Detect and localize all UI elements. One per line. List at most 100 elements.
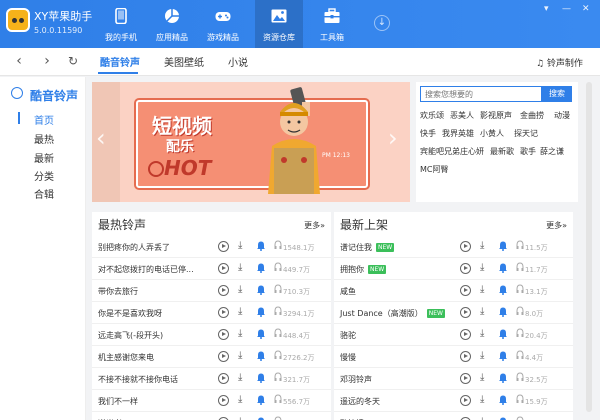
banner-next-arrow[interactable]: › <box>388 126 398 150</box>
search-tag[interactable]: 庄心妍 <box>460 146 484 157</box>
download-icon[interactable]: ⤓ <box>480 415 484 420</box>
search-tag[interactable]: 影视原声 <box>480 110 512 121</box>
ringtone-row[interactable]: 酌情境⤓15.6万 <box>334 412 573 420</box>
set-ringtone-bell-icon[interactable] <box>256 350 266 361</box>
ringtone-row[interactable]: 遥远的冬天 ⤓ 15.9万 <box>334 390 573 412</box>
set-ringtone-bell-icon[interactable] <box>256 306 266 317</box>
set-ringtone-bell-icon[interactable] <box>256 240 266 251</box>
search-tag[interactable]: 最新歌 <box>490 146 514 157</box>
download-icon[interactable]: ⤓ <box>480 261 484 275</box>
play-icon[interactable] <box>460 373 471 384</box>
promo-banner[interactable]: ‹ 短视频 配乐 HOT PM 12:13 › <box>92 82 410 202</box>
vertical-scrollbar[interactable] <box>586 82 592 412</box>
search-tag[interactable]: 小黄人 <box>480 128 504 139</box>
play-icon[interactable] <box>460 329 471 340</box>
play-icon[interactable] <box>218 263 229 274</box>
download-icon[interactable]: ⤓ <box>238 393 242 407</box>
download-icon[interactable]: ⤓ <box>238 349 242 363</box>
set-ringtone-bell-icon[interactable] <box>498 262 508 273</box>
tab-novels[interactable]: 小说 <box>228 54 248 69</box>
download-icon[interactable]: ⤓ <box>480 327 484 341</box>
ringtone-row[interactable]: 咸鱼 ⤓ 13.1万 <box>334 280 573 302</box>
download-icon[interactable]: ⤓ <box>480 283 484 297</box>
set-ringtone-bell-icon[interactable] <box>256 394 266 405</box>
set-ringtone-bell-icon[interactable] <box>498 328 508 339</box>
search-tag[interactable]: 歌手 <box>520 146 536 157</box>
search-tag[interactable]: 欢乐颂 <box>420 110 444 121</box>
search-input[interactable] <box>420 86 542 102</box>
ringtone-row[interactable]: 骆驼 ⤓ 20.4万 <box>334 324 573 346</box>
play-icon[interactable] <box>218 241 229 252</box>
search-tag[interactable]: MC阿臀 <box>420 164 449 175</box>
ringtone-row[interactable]: 别把疼你的人弄丢了 ⤓ 1548.1万 <box>92 236 331 258</box>
download-icon[interactable]: ⤓ <box>480 349 484 363</box>
nav-tab-apps[interactable]: 应用精品 <box>148 0 196 48</box>
play-icon[interactable] <box>218 395 229 406</box>
play-icon[interactable] <box>218 285 229 296</box>
ringtone-row[interactable]: 机主感谢您来电 ⤓ 2726.2万 <box>92 346 331 368</box>
search-tag[interactable]: 探天记 <box>514 128 538 139</box>
ringtone-row[interactable]: 对不起您拨打的电话已停... ⤓ 449.7万 <box>92 258 331 280</box>
play-icon[interactable] <box>460 285 471 296</box>
nav-tab-resources[interactable]: 资源仓库 <box>255 0 303 48</box>
download-icon[interactable]: ⤓ <box>238 415 242 420</box>
search-tag[interactable]: 快手 <box>420 128 436 139</box>
download-icon[interactable]: ⤓ <box>480 305 484 319</box>
set-ringtone-bell-icon[interactable] <box>498 350 508 361</box>
ringtone-row[interactable]: 拥抱你 NEW ⤓ 11.7万 <box>334 258 573 280</box>
tab-wallpapers[interactable]: 美图壁纸 <box>164 54 204 69</box>
set-ringtone-bell-icon[interactable] <box>256 284 266 295</box>
forward-button[interactable]: › <box>40 54 54 68</box>
download-icon[interactable]: ⤓ <box>480 393 484 407</box>
search-tag[interactable]: 我界英雄 <box>442 128 474 139</box>
play-icon[interactable] <box>460 395 471 406</box>
download-icon[interactable]: ⤓ <box>480 371 484 385</box>
sidebar-item-category[interactable]: 分类 <box>34 168 54 183</box>
download-manager-button[interactable]: ↓ <box>374 15 390 31</box>
download-icon[interactable]: ⤓ <box>238 261 242 275</box>
set-ringtone-bell-icon[interactable] <box>256 372 266 383</box>
play-icon[interactable] <box>218 307 229 318</box>
sidebar-item-collection[interactable]: 合辑 <box>34 186 54 201</box>
set-ringtone-bell-icon[interactable] <box>498 284 508 295</box>
tab-ringtones[interactable]: 酷音铃声 <box>100 54 140 69</box>
refresh-button[interactable]: ↻ <box>66 54 80 68</box>
set-ringtone-bell-icon[interactable] <box>498 372 508 383</box>
play-icon[interactable] <box>218 329 229 340</box>
sidebar-item-home[interactable]: 首页 <box>34 112 54 127</box>
play-icon[interactable] <box>460 351 471 362</box>
search-tag[interactable]: 宾能吧兄弟 <box>420 146 460 157</box>
ringtone-row[interactable]: 你是不是喜欢我呀 ⤓ 3294.1万 <box>92 302 331 324</box>
play-icon[interactable] <box>460 307 471 318</box>
download-icon[interactable]: ⤓ <box>238 371 242 385</box>
set-ringtone-bell-icon[interactable] <box>256 262 266 273</box>
set-ringtone-bell-icon[interactable] <box>256 328 266 339</box>
download-icon[interactable]: ⤓ <box>238 239 242 253</box>
sidebar-item-hottest[interactable]: 最热 <box>34 131 54 146</box>
set-ringtone-bell-icon[interactable] <box>498 240 508 251</box>
ringtone-row[interactable]: Just Dance（高潮版） NEW ⤓ 8.0万 <box>334 302 573 324</box>
nav-tab-toolbox[interactable]: 工具箱 <box>308 0 356 48</box>
download-icon[interactable]: ⤓ <box>480 239 484 253</box>
download-icon[interactable]: ⤓ <box>238 305 242 319</box>
search-tag[interactable]: 金曲捞 <box>520 110 544 121</box>
hot-list-more-link[interactable]: 更多» <box>304 220 325 231</box>
set-ringtone-bell-icon[interactable] <box>498 306 508 317</box>
search-button[interactable]: 搜索 <box>542 86 572 102</box>
search-tag[interactable]: 恶美人 <box>450 110 474 121</box>
nav-tab-games[interactable]: 游戏精品 <box>199 0 247 48</box>
ringtone-row[interactable]: 我们不一样 ⤓ 556.7万 <box>92 390 331 412</box>
banner-prev-arrow[interactable]: ‹ <box>96 126 106 150</box>
ringtone-row[interactable]: 邓羽铃声 ⤓ 32.5万 <box>334 368 573 390</box>
play-icon[interactable] <box>218 373 229 384</box>
set-ringtone-bell-icon[interactable] <box>256 416 266 420</box>
download-icon[interactable]: ⤓ <box>238 327 242 341</box>
sidebar-item-newest[interactable]: 最新 <box>34 150 54 165</box>
ringtone-make-button[interactable]: ♫ 铃声制作 <box>536 56 583 69</box>
search-tag[interactable]: 动漫 <box>554 110 570 121</box>
search-tag[interactable]: 薛之谦 <box>540 146 564 157</box>
nav-tab-my-phone[interactable]: 我的手机 <box>97 0 145 48</box>
play-icon[interactable] <box>460 263 471 274</box>
ringtone-row[interactable]: 带你去旅行 ⤓ 710.3万 <box>92 280 331 302</box>
new-list-more-link[interactable]: 更多» <box>546 220 567 231</box>
